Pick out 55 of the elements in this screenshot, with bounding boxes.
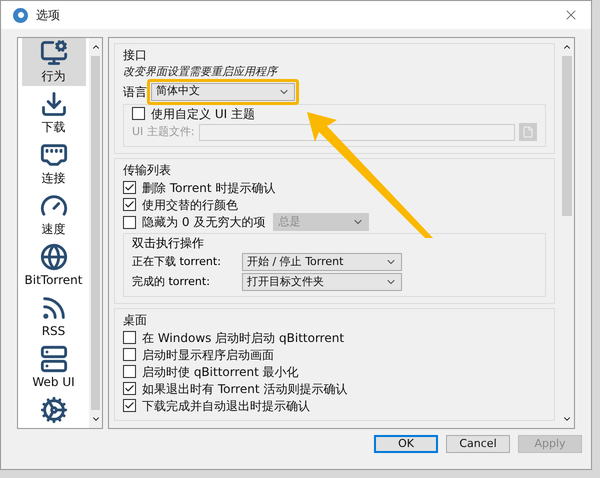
sidebar-item[interactable]: RSS <box>22 293 86 341</box>
checkbox-label: 下载完成并自动退出时提示确认 <box>142 398 310 414</box>
sidebar-label: 行为 <box>42 68 66 85</box>
sidebar-item[interactable]: 速度 <box>22 191 86 239</box>
scrollbar[interactable] <box>89 38 102 428</box>
group-title: 接口 <box>123 47 148 64</box>
action-dropdown[interactable]: 打开目标文件夹 <box>242 273 402 291</box>
sidebar-item[interactable]: 下载 <box>22 89 86 137</box>
checkbox-label: 在 Windows 启动时启动 qBittorrent <box>142 330 344 346</box>
sidebar-item[interactable]: 连接 <box>22 140 86 188</box>
checkbox-label: 使用自定义 UI 主题 <box>151 106 255 122</box>
group-title: 传输列表 <box>123 162 172 179</box>
checkbox-label: 启动时使 qBittorrent 最小化 <box>142 364 299 380</box>
checkbox[interactable] <box>123 198 136 211</box>
dialog-button[interactable]: Cancel <box>446 435 510 453</box>
sidebar-label: RSS <box>42 323 66 340</box>
checkbox[interactable] <box>132 107 145 120</box>
checkbox[interactable] <box>123 399 136 412</box>
monitor-gear-icon <box>40 39 68 67</box>
restart-note: 改变界面设置需要重启应用程序 <box>123 64 280 80</box>
checkbox-label: 删除 Torrent 时提示确认 <box>142 180 276 196</box>
action-dropdown[interactable]: 开始 / 停止 Torrent <box>242 253 402 271</box>
sidebar-item[interactable]: Web UI <box>22 344 86 392</box>
language-dropdown[interactable]: 简体中文 <box>151 82 295 100</box>
checkbox[interactable] <box>123 365 136 378</box>
checkbox-label: 使用交替的行颜色 <box>142 196 238 214</box>
file-icon <box>522 126 534 138</box>
sidebar-label: 连接 <box>42 170 66 187</box>
server-icon <box>40 345 68 373</box>
sidebar-label: BitTorrent <box>24 272 82 289</box>
checkbox[interactable] <box>123 181 136 194</box>
checkbox[interactable] <box>123 216 136 228</box>
download-icon <box>40 90 68 118</box>
theme-file-label: UI 主题文件: <box>132 124 194 140</box>
checkbox-label: 隐藏为 0 及无穷大的项 <box>142 214 266 231</box>
checkbox-label: 如果退出时有 Torrent 活动则提示确认 <box>142 380 348 398</box>
checkbox-label: 启动时显示程序启动画面 <box>142 346 274 364</box>
checkbox[interactable] <box>123 382 136 395</box>
globe-icon <box>40 243 68 271</box>
app-logo-icon <box>13 8 28 22</box>
action-label: 正在下载 torrent: <box>132 254 222 270</box>
checkbox[interactable] <box>123 348 136 361</box>
sidebar-label: 下载 <box>42 119 66 136</box>
group-title: 双击执行操作 <box>132 235 205 252</box>
language-label: 语言 <box>123 84 147 100</box>
sidebar-label: Web UI <box>32 374 75 391</box>
checkbox[interactable] <box>123 331 136 344</box>
dialog-button[interactable]: OK <box>374 435 438 453</box>
sidebar-item[interactable]: 行为 <box>22 38 86 86</box>
action-label: 完成的 torrent: <box>132 274 211 290</box>
group-title: 桌面 <box>123 312 148 329</box>
sidebar-item[interactable]: BitTorrent <box>22 242 86 290</box>
sidebar-label: 速度 <box>42 221 66 238</box>
window-title: 选项 <box>36 7 60 24</box>
theme-file-field[interactable] <box>198 124 515 140</box>
